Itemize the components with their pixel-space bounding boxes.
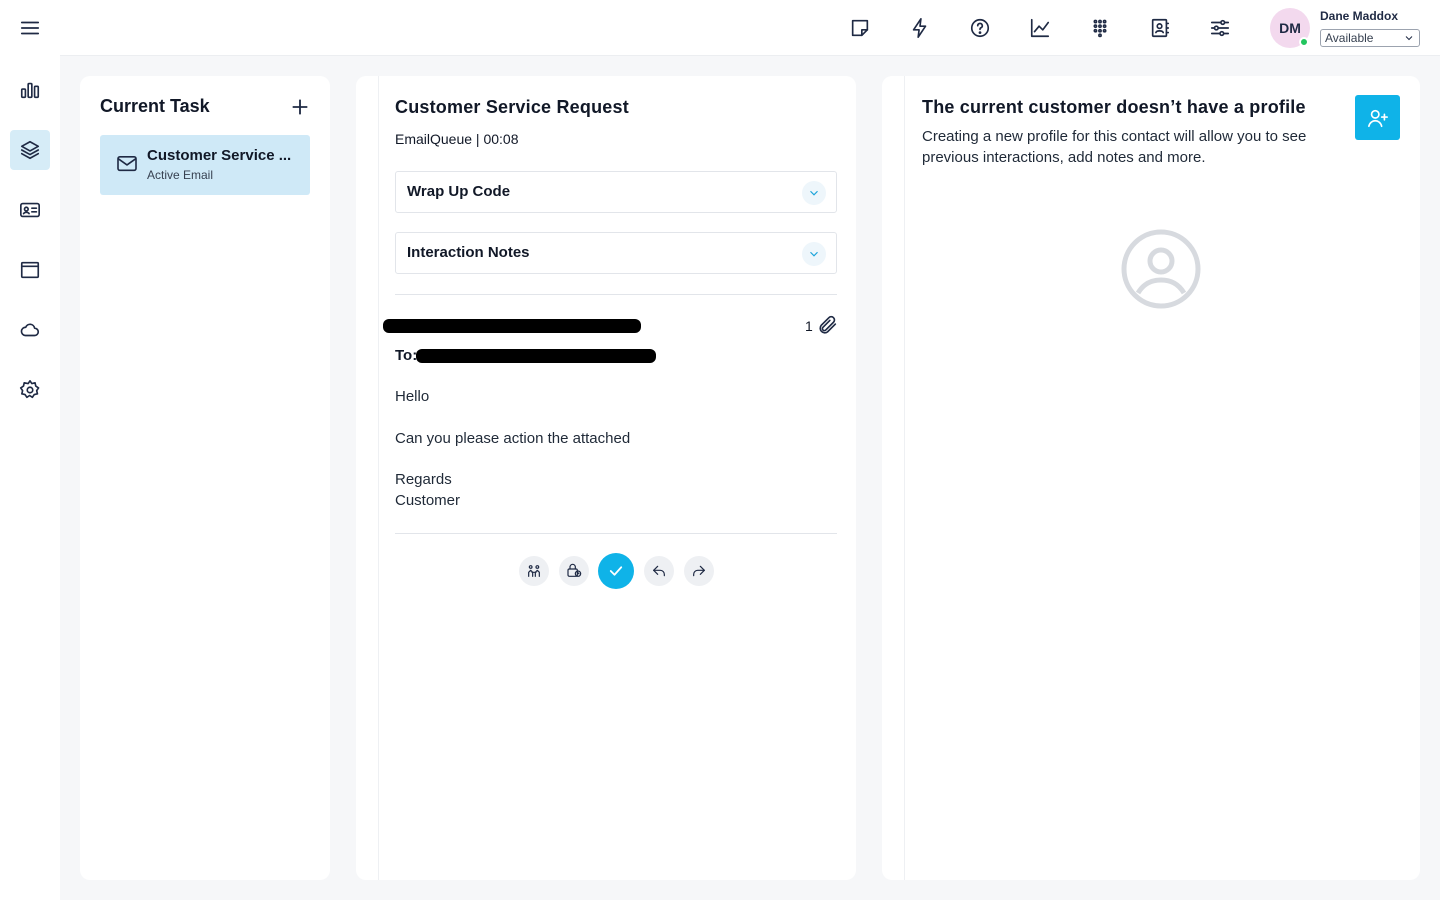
- redacted-to-address: [416, 349, 656, 363]
- presence-indicator: [1299, 37, 1309, 47]
- cloud-icon: [20, 323, 40, 337]
- task-title: Customer Service ...: [147, 147, 292, 164]
- chevron-down-icon: [802, 181, 826, 205]
- mail-icon: [116, 155, 138, 173]
- divider: [395, 294, 837, 295]
- user-name: Dane Maddox: [1320, 9, 1399, 23]
- id-card-icon: [20, 202, 40, 218]
- chevron-down-icon: [1405, 36, 1413, 41]
- stats-nav-button[interactable]: [10, 70, 50, 110]
- status-select[interactable]: Available: [1320, 29, 1420, 47]
- paperclip-icon[interactable]: [817, 314, 839, 336]
- settings-nav-button[interactable]: [10, 370, 50, 410]
- wrap-up-code-label: Wrap Up Code: [407, 183, 511, 200]
- plus-icon: [292, 99, 308, 115]
- interaction-notes-label: Interaction Notes: [407, 244, 530, 261]
- transfer-icon: [528, 565, 540, 577]
- profile-panel: The current customer doesn’t have a prof…: [882, 76, 1420, 880]
- directory-button[interactable]: [1146, 14, 1174, 42]
- browser-nav-button[interactable]: [10, 250, 50, 290]
- status-value: Available: [1325, 31, 1374, 45]
- top-bar: DM Dane Maddox Available: [60, 0, 1440, 56]
- panel-divider: [378, 76, 379, 880]
- help-icon: [970, 18, 990, 38]
- gear-icon: [19, 380, 40, 399]
- park-button[interactable]: [559, 556, 589, 586]
- line-chart-icon: [1030, 18, 1050, 38]
- contact-book-icon: [1151, 18, 1170, 38]
- cloud-nav-button[interactable]: [10, 310, 50, 350]
- email-body-line: Can you please action the attached: [395, 430, 631, 447]
- user-circle-icon: [1120, 228, 1202, 310]
- notes-button[interactable]: [846, 14, 874, 42]
- forward-button[interactable]: [684, 556, 714, 586]
- profile-panel-description: Creating a new profile for this contact …: [922, 128, 1307, 166]
- task-subtitle: Active Email: [147, 168, 214, 182]
- attachment-count: 1: [805, 318, 813, 334]
- reply-button[interactable]: [644, 556, 674, 586]
- sticky-note-icon: [851, 19, 869, 37]
- forward-icon: [693, 565, 705, 577]
- interaction-title: Customer Service Request: [395, 97, 629, 117]
- to-label: To:: [395, 347, 418, 364]
- dialpad-button[interactable]: [1086, 14, 1114, 42]
- create-profile-button[interactable]: [1355, 95, 1400, 140]
- divider: [395, 533, 837, 534]
- dialpad-icon: [1093, 19, 1107, 38]
- sliders-icon: [1210, 19, 1230, 37]
- transfer-button[interactable]: [519, 556, 549, 586]
- quick-actions-button[interactable]: [906, 14, 934, 42]
- analytics-button[interactable]: [1026, 14, 1054, 42]
- redacted-from-address: [383, 319, 641, 333]
- email-body-line: Hello: [395, 388, 430, 405]
- task-card[interactable]: Customer Service ... Active Email: [100, 135, 310, 195]
- panel-divider: [904, 76, 905, 880]
- menu-button[interactable]: [10, 8, 50, 48]
- chevron-down-icon: [802, 242, 826, 266]
- profile-panel-title: The current customer doesn’t have a prof…: [922, 97, 1306, 117]
- bar-chart-icon: [20, 82, 40, 99]
- contacts-nav-button[interactable]: [10, 190, 50, 230]
- tasks-nav-button[interactable]: [10, 130, 50, 170]
- tasks-panel-title: Current Task: [100, 96, 210, 116]
- park-icon: [567, 563, 582, 577]
- interaction-notes-accordion[interactable]: Interaction Notes: [395, 232, 837, 274]
- lightning-icon: [912, 18, 927, 38]
- add-user-icon: [1367, 109, 1388, 127]
- help-button[interactable]: [966, 14, 994, 42]
- avatar-initials: DM: [1279, 20, 1301, 36]
- tasks-panel: Current Task Customer Service ... Active…: [80, 76, 330, 880]
- email-body-line: Regards: [395, 471, 452, 488]
- interaction-panel: Customer Service Request EmailQueue | 00…: [356, 76, 856, 880]
- email-body-line: Customer: [395, 492, 461, 509]
- queue-timer: EmailQueue | 00:08: [395, 131, 519, 147]
- preferences-button[interactable]: [1206, 14, 1234, 42]
- complete-icon: [609, 566, 623, 576]
- layers-icon: [20, 140, 40, 160]
- left-rail: [0, 0, 60, 900]
- window-icon: [20, 261, 40, 279]
- add-task-button[interactable]: [289, 96, 311, 118]
- complete-button[interactable]: [598, 553, 634, 589]
- reply-icon: [653, 565, 665, 577]
- wrap-up-code-accordion[interactable]: Wrap Up Code: [395, 171, 837, 213]
- hamburger-icon: [20, 21, 40, 35]
